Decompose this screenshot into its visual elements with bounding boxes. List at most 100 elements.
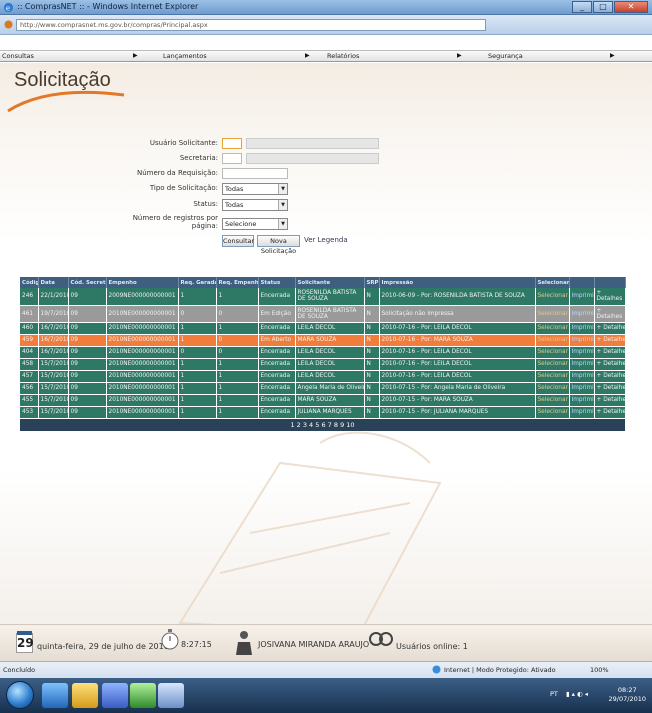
table-row[interactable]: 456 15/7/2010 09 2010NE000000000001 1 1 Encerr… xyxy=(20,382,626,395)
cell-data: 15/7/2010 xyxy=(38,370,69,383)
cell-selecionar[interactable]: Selecionar xyxy=(535,322,570,335)
cell-imprimir[interactable]: Imprimir xyxy=(569,322,595,335)
cell-detalhes[interactable]: + Detalhes xyxy=(594,358,626,371)
cell-detalhes[interactable]: + Detalhes xyxy=(594,370,626,383)
cell-solicitante: LEILA DECOL xyxy=(295,358,365,371)
cell-detalhes[interactable]: + Detalhes xyxy=(594,322,626,335)
cell-selecionar[interactable]: Selecionar xyxy=(535,394,570,407)
cell-empenho: 2010NE000000000001 xyxy=(106,334,179,347)
cell-selecionar[interactable]: Selecionar xyxy=(535,358,570,371)
close-button[interactable]: ✕ xyxy=(614,1,648,13)
zoom-level[interactable]: 100% xyxy=(590,666,609,674)
cell-status: Encerrada xyxy=(258,406,296,419)
cell-selecionar[interactable]: Selecionar xyxy=(535,370,570,383)
tipo-select[interactable]: Todas ▼ xyxy=(222,183,288,195)
cell-codigo: 461 xyxy=(20,305,39,323)
url-field[interactable]: http://www.comprasnet.ms.gov.br/compras/… xyxy=(16,19,486,31)
cell-detalhes[interactable]: + Detalhes xyxy=(594,305,626,323)
table-row[interactable]: 453 15/7/2010 09 2010NE000000000001 1 1 Encerr… xyxy=(20,406,626,419)
clock[interactable]: 08:27 29/07/2010 xyxy=(609,686,646,704)
cell-detalhes[interactable]: + Detalhes xyxy=(594,394,626,407)
maximize-button[interactable]: □ xyxy=(593,1,613,13)
cell-imprimir[interactable]: Imprimir xyxy=(569,370,595,383)
cell-detalhes[interactable]: + Detalhes xyxy=(594,406,626,419)
cell-sec: 09 xyxy=(68,370,107,383)
usuario-code-input[interactable] xyxy=(222,138,242,149)
language-indicator[interactable]: PT xyxy=(550,690,558,698)
cell-detalhes[interactable]: + Detalhes xyxy=(594,382,626,395)
calendar-day-icon: 29 xyxy=(16,631,34,653)
cell-srp: N xyxy=(364,322,380,335)
cell-status: Em Aberto xyxy=(258,334,296,347)
ie-taskbar-icon[interactable] xyxy=(42,683,68,708)
cell-emp: 1 xyxy=(216,394,259,407)
cell-data: 15/7/2010 xyxy=(38,406,69,419)
menu-seguranca[interactable]: Segurança xyxy=(488,52,523,60)
cell-solicitante: ROSENILDA BATISTA DE SOUZA xyxy=(295,288,365,306)
cell-imprimir[interactable]: Imprimir xyxy=(569,346,595,359)
table-row[interactable]: 455 15/7/2010 09 2010NE000000000001 1 1 Encerr… xyxy=(20,394,626,407)
registros-select[interactable]: Selecione ▼ xyxy=(222,218,288,230)
cell-status: Encerrada xyxy=(258,370,296,383)
column-header: Código xyxy=(20,277,39,288)
cell-selecionar[interactable]: Selecionar xyxy=(535,346,570,359)
solicitacoes-table: CódigoDataCód. SecretariaEmpenhoReq. Ger… xyxy=(20,277,626,431)
cell-selecionar[interactable]: Selecionar xyxy=(535,288,570,306)
column-header: Empenho xyxy=(106,277,179,288)
status-select-value: Todas xyxy=(225,201,244,209)
status-select[interactable]: Todas ▼ xyxy=(222,199,288,211)
document-taskbar-icon[interactable] xyxy=(158,683,184,708)
cell-detalhes[interactable]: + Detalhes xyxy=(594,288,626,306)
cell-detalhes[interactable]: + Detalhes xyxy=(594,346,626,359)
secretaria-code-input[interactable] xyxy=(222,153,242,164)
cell-selecionar[interactable]: Selecionar xyxy=(535,305,570,323)
cell-srp: N xyxy=(364,346,380,359)
menu-consultas[interactable]: Consultas xyxy=(2,52,34,60)
nova-solicitacao-button[interactable]: Nova Solicitação xyxy=(257,235,300,255)
table-row[interactable]: 404 16/7/2010 09 2010NE000000000001 0 0 Encerr… xyxy=(20,346,626,359)
cell-empenho: 2010NE000000000001 xyxy=(106,382,179,395)
requisicao-input[interactable] xyxy=(222,168,288,179)
cell-selecionar[interactable]: Selecionar xyxy=(535,406,570,419)
cell-selecionar[interactable]: Selecionar xyxy=(535,382,570,395)
cell-impressao: 2010-07-15 - Por: Angela Maria de Olivei… xyxy=(379,382,536,395)
column-header: Status xyxy=(258,277,296,288)
cell-imprimir[interactable]: Imprimir xyxy=(569,382,595,395)
table-row[interactable]: 457 15/7/2010 09 2010NE000000000001 1 1 Encerr… xyxy=(20,370,626,383)
folder-taskbar-icon[interactable] xyxy=(72,683,98,708)
minimize-button[interactable]: _ xyxy=(572,1,592,13)
cell-imprimir[interactable]: Imprimir xyxy=(569,406,595,419)
media-taskbar-icon[interactable] xyxy=(102,683,128,708)
cell-impressao: 2010-07-16 - Por: LEILA DECOL xyxy=(379,346,536,359)
app-taskbar-icon[interactable] xyxy=(130,683,156,708)
cell-data: 19/7/2010 xyxy=(38,305,69,323)
table-row[interactable]: 461 19/7/2010 09 2010NE000000000001 0 0 Em Edi… xyxy=(20,305,626,323)
clock-date: 29/07/2010 xyxy=(608,695,646,703)
cell-empenho: 2010NE000000000001 xyxy=(106,305,179,323)
cell-ger: 1 xyxy=(178,288,217,306)
table-row[interactable]: 459 16/7/2010 09 2010NE000000000001 1 0 Em Abe… xyxy=(20,334,626,347)
start-button[interactable] xyxy=(6,681,34,709)
cell-imprimir[interactable]: Imprimir xyxy=(569,334,595,347)
cell-imprimir[interactable]: Imprimir xyxy=(569,288,595,306)
cell-imprimir[interactable]: Imprimir xyxy=(569,305,595,323)
cell-imprimir[interactable]: Imprimir xyxy=(569,394,595,407)
pagination[interactable]: 1 2 3 4 5 6 7 8 9 10 xyxy=(20,418,625,431)
cell-selecionar[interactable]: Selecionar xyxy=(535,334,570,347)
tray-icons[interactable]: ▮ ▴ ◐ ◂ xyxy=(566,690,588,698)
consultar-button[interactable]: Consultar xyxy=(222,235,254,247)
title-swoosh-decoration xyxy=(7,90,125,113)
table-row[interactable]: 460 16/7/2010 09 2010NE000000000001 1 1 Encerr… xyxy=(20,322,626,335)
app-menu-bar: Consultas ▶ Lançamentos ▶ Relatórios ▶ S… xyxy=(0,50,652,62)
table-row[interactable]: 458 15/7/2010 09 2010NE000000000001 1 1 Encerr… xyxy=(20,358,626,371)
cell-srp: N xyxy=(364,288,380,306)
cell-sec: 09 xyxy=(68,334,107,347)
menu-lancamentos[interactable]: Lançamentos xyxy=(163,52,207,60)
ver-legenda-link[interactable]: Ver Legenda xyxy=(304,236,348,244)
cell-detalhes[interactable]: + Detalhes xyxy=(594,334,626,347)
cell-codigo: 455 xyxy=(20,394,39,407)
menu-relatorios[interactable]: Relatórios xyxy=(327,52,359,60)
menu-arrow-icon: ▶ xyxy=(610,52,615,59)
cell-imprimir[interactable]: Imprimir xyxy=(569,358,595,371)
table-row[interactable]: 246 22/1/2010 09 2009NE000000000001 1 1 Encerr… xyxy=(20,288,626,306)
